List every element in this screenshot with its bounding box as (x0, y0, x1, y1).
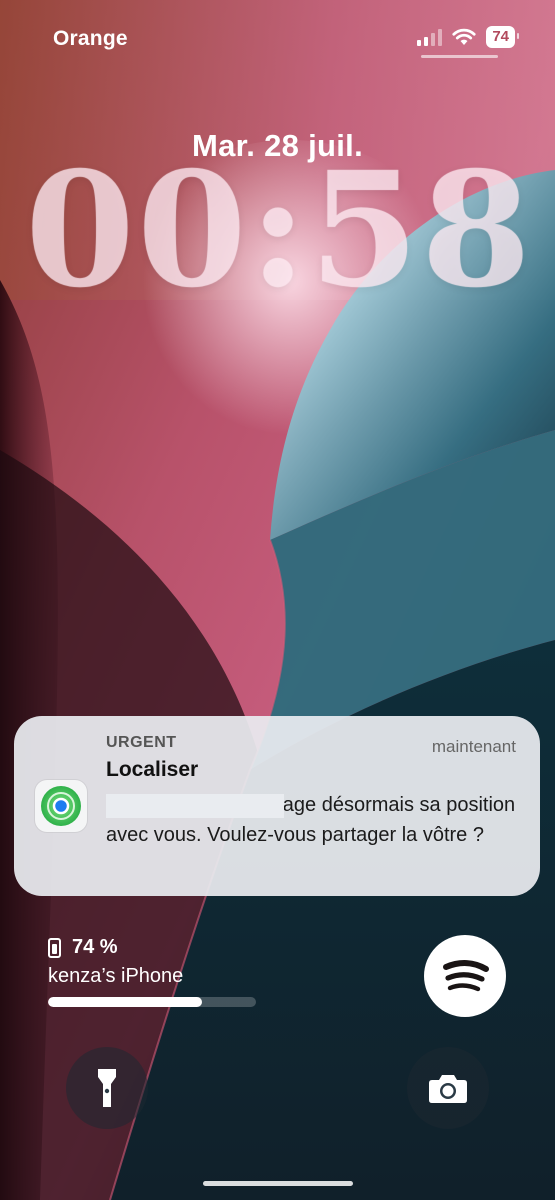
spotify-icon[interactable] (424, 935, 506, 1017)
cellular-signal-icon (417, 28, 443, 46)
camera-icon (429, 1075, 467, 1103)
camera-button[interactable] (407, 1047, 489, 1129)
home-indicator[interactable] (202, 1181, 353, 1186)
battery-widget[interactable]: 74 % kenza’s iPhone (48, 936, 256, 1007)
notification-priority-label: URGENT (106, 734, 177, 751)
battery-indicator: 74 (486, 26, 519, 48)
redacted-name (106, 794, 284, 818)
device-name: kenza’s iPhone (48, 965, 184, 987)
battery-level-fill (48, 997, 202, 1007)
status-icons: 74 (417, 26, 519, 48)
battery-percent: 74 % (72, 936, 118, 958)
wifi-icon (452, 28, 476, 45)
iphone-battery-icon (48, 937, 61, 958)
notification-app-name: Localiser (106, 758, 199, 781)
flashlight-icon (98, 1069, 116, 1107)
notification-card[interactable]: URGENT maintenant Localiser Kenza Aissao… (14, 716, 540, 896)
find-my-icon (35, 780, 87, 832)
lock-screen-clock[interactable]: 00:58 (14, 152, 544, 310)
battery-level-bar (48, 997, 256, 1007)
carrier-name: Orange (53, 27, 128, 50)
flashlight-button[interactable] (66, 1047, 148, 1129)
status-bar-underline (421, 55, 498, 58)
notification-timestamp: maintenant (431, 737, 516, 756)
